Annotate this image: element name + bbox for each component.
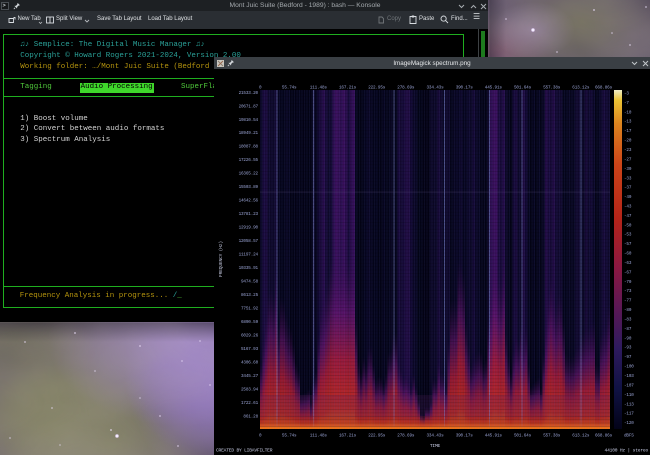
svg-text:557.38s: 557.38s <box>543 434 561 439</box>
svg-text:-113: -113 <box>624 402 634 407</box>
svg-text:9474.58: 9474.58 <box>241 280 259 285</box>
svg-text:-37: -37 <box>624 186 632 191</box>
svg-text:16365.22: 16365.22 <box>239 172 259 177</box>
svg-text:-110: -110 <box>624 393 634 398</box>
svg-text:-67: -67 <box>624 270 632 275</box>
svg-text:-50: -50 <box>624 223 632 228</box>
svg-text:-40: -40 <box>624 195 632 200</box>
svg-text:-20: -20 <box>624 139 632 144</box>
svg-text:-77: -77 <box>624 299 632 304</box>
svg-text:390.17s: 390.17s <box>456 434 474 439</box>
svg-text:-93: -93 <box>624 346 632 351</box>
svg-text:2583.94: 2583.94 <box>241 387 259 392</box>
svg-text:17226.55: 17226.55 <box>239 158 259 163</box>
svg-text:18087.88: 18087.88 <box>239 145 259 150</box>
svg-text:167.21s: 167.21s <box>339 86 357 91</box>
svg-text:-117: -117 <box>624 412 634 417</box>
svg-text:613.12s: 613.12s <box>572 86 590 91</box>
svg-text:445.91s: 445.91s <box>485 434 503 439</box>
svg-text:390.17s: 390.17s <box>456 86 474 91</box>
svg-text:3445.27: 3445.27 <box>241 374 259 379</box>
svg-text:21533.20: 21533.20 <box>239 91 259 96</box>
svg-text:-83: -83 <box>624 318 632 323</box>
svg-text:111.48s: 111.48s <box>310 86 328 91</box>
svg-text:FREQUENCY (Hz): FREQUENCY (Hz) <box>218 241 224 277</box>
svg-text:501.64s: 501.64s <box>514 86 532 91</box>
svg-text:167.21s: 167.21s <box>339 434 357 439</box>
svg-text:-70: -70 <box>624 280 632 285</box>
svg-text:7751.92: 7751.92 <box>241 307 259 312</box>
svg-text:6029.26: 6029.26 <box>241 333 259 338</box>
svg-text:11197.24: 11197.24 <box>239 253 259 258</box>
svg-text:278.69s: 278.69s <box>397 86 415 91</box>
svg-text:TIME: TIME <box>430 443 441 449</box>
svg-text:445.91s: 445.91s <box>485 86 503 91</box>
svg-text:18949.21: 18949.21 <box>239 131 259 136</box>
svg-text:222.95s: 222.95s <box>368 86 386 91</box>
svg-text:13781.23: 13781.23 <box>239 212 259 217</box>
svg-text:-103: -103 <box>624 374 634 379</box>
svg-text:20671.87: 20671.87 <box>239 104 259 109</box>
svg-text:-107: -107 <box>624 383 634 388</box>
svg-text:-97: -97 <box>624 355 632 360</box>
svg-text:-100: -100 <box>624 365 634 370</box>
svg-text:55.74s: 55.74s <box>282 86 297 91</box>
svg-text:501.64s: 501.64s <box>514 434 532 439</box>
svg-text:278.69s: 278.69s <box>397 434 415 439</box>
svg-text:111.48s: 111.48s <box>310 434 328 439</box>
svg-text:4306.60: 4306.60 <box>241 360 259 365</box>
svg-text:dBFS: dBFS <box>624 434 634 439</box>
svg-text:-87: -87 <box>624 327 632 332</box>
svg-text:334.43s: 334.43s <box>427 86 445 91</box>
svg-text:44100 Hz | stereo: 44100 Hz | stereo <box>605 448 649 454</box>
svg-text:222.95s: 222.95s <box>368 434 386 439</box>
svg-text:15503.89: 15503.89 <box>239 185 259 190</box>
svg-text:-73: -73 <box>624 289 632 294</box>
svg-text:-47: -47 <box>624 214 632 219</box>
svg-text:55.74s: 55.74s <box>282 434 297 439</box>
svg-text:861.28: 861.28 <box>243 414 258 419</box>
svg-text:-13: -13 <box>624 120 632 125</box>
svg-text:-80: -80 <box>624 308 632 313</box>
svg-text:19810.54: 19810.54 <box>239 118 259 123</box>
svg-text:-23: -23 <box>624 148 632 153</box>
svg-text:-10: -10 <box>624 110 632 115</box>
svg-text:334.43s: 334.43s <box>427 434 445 439</box>
svg-text:-43: -43 <box>624 205 632 210</box>
svg-text:613.12s: 613.12s <box>572 434 590 439</box>
svg-text:-7: -7 <box>624 101 629 106</box>
svg-text:-33: -33 <box>624 176 632 181</box>
svg-text:1722.61: 1722.61 <box>241 401 259 406</box>
svg-text:668.86s: 668.86s <box>595 86 613 91</box>
svg-text:-90: -90 <box>624 336 632 341</box>
svg-text:-27: -27 <box>624 157 632 162</box>
svg-text:CREATED BY LIBAVFILTER: CREATED BY LIBAVFILTER <box>216 448 273 454</box>
svg-text:-120: -120 <box>624 421 634 426</box>
svg-text:6890.59: 6890.59 <box>241 320 259 325</box>
svg-text:-57: -57 <box>624 242 632 247</box>
svg-text:12919.90: 12919.90 <box>239 226 259 231</box>
svg-text:-3: -3 <box>624 92 629 97</box>
svg-text:557.38s: 557.38s <box>543 86 561 91</box>
svg-text:12058.57: 12058.57 <box>239 239 259 244</box>
svg-text:-60: -60 <box>624 252 632 257</box>
svg-text:-63: -63 <box>624 261 632 266</box>
svg-text:668.86s: 668.86s <box>595 434 613 439</box>
svg-text:5167.93: 5167.93 <box>241 347 259 352</box>
svg-text:14642.56: 14642.56 <box>239 199 259 204</box>
svg-text:-30: -30 <box>624 167 632 172</box>
svg-text:-53: -53 <box>624 233 632 238</box>
svg-text:8613.25: 8613.25 <box>241 293 259 298</box>
svg-text:10335.91: 10335.91 <box>239 266 259 271</box>
svg-text:-17: -17 <box>624 129 632 134</box>
